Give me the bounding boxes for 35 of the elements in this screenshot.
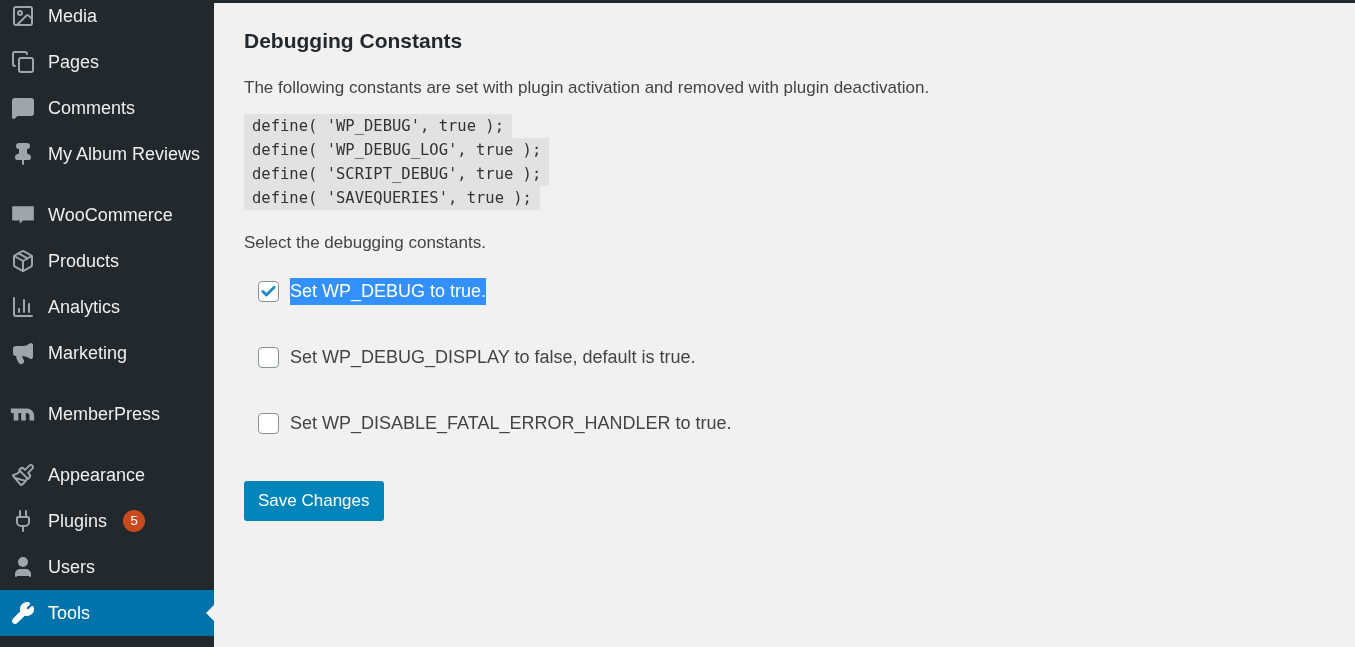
bar-chart-icon bbox=[11, 295, 35, 319]
sidebar-item[interactable]: Products bbox=[0, 238, 214, 284]
pointer-icon bbox=[206, 605, 214, 621]
option-label: Set WP_DISABLE_FATAL_ERROR_HANDLER to true. bbox=[290, 412, 732, 436]
megaphone-icon bbox=[11, 341, 35, 365]
wrench-icon bbox=[11, 601, 35, 625]
sidebar-item[interactable]: Marketing bbox=[0, 330, 214, 376]
sidebar-item[interactable]: Media bbox=[0, 0, 214, 39]
sidebar-item[interactable]: Pages bbox=[0, 39, 214, 85]
sidebar-item[interactable]: MemberPress bbox=[0, 391, 214, 437]
sidebar-item[interactable]: Analytics bbox=[0, 284, 214, 330]
box-icon bbox=[11, 249, 35, 273]
section-heading: Debugging Constants bbox=[244, 28, 463, 54]
speech-bubble-icon bbox=[11, 96, 35, 120]
save-button[interactable]: Save Changes bbox=[244, 480, 384, 521]
media-icon bbox=[11, 4, 35, 28]
checkbox[interactable] bbox=[258, 281, 279, 302]
description-text: The following constants are set with plugin activation and removed with plugin deactivation. bbox=[244, 76, 930, 99]
sidebar-item[interactable]: Plugins 5 bbox=[0, 498, 214, 544]
m-logo-icon bbox=[10, 406, 36, 422]
option-label: Set WP_DEBUG to true. bbox=[290, 278, 487, 305]
sidebar-item[interactable]: Appearance bbox=[0, 452, 214, 498]
sidebar-item[interactable]: Users bbox=[0, 544, 214, 590]
count-badge: 5 bbox=[123, 510, 146, 532]
checkbox[interactable] bbox=[258, 413, 279, 434]
sidebar-item[interactable]: Tools bbox=[0, 590, 214, 636]
instruction-text: Select the debugging constants. bbox=[244, 232, 486, 254]
sidebar-item[interactable]: WooCommerce bbox=[0, 192, 214, 238]
sidebar-item[interactable]: My Album Reviews bbox=[0, 131, 214, 177]
sidebar-item[interactable]: Comments bbox=[0, 85, 214, 131]
checkmark-icon bbox=[260, 283, 277, 300]
option-label: Set WP_DEBUG_DISPLAY to false, default is true. bbox=[290, 346, 696, 370]
paintbrush-icon bbox=[11, 463, 35, 487]
checkbox[interactable] bbox=[258, 347, 279, 368]
pages-icon bbox=[11, 50, 35, 74]
